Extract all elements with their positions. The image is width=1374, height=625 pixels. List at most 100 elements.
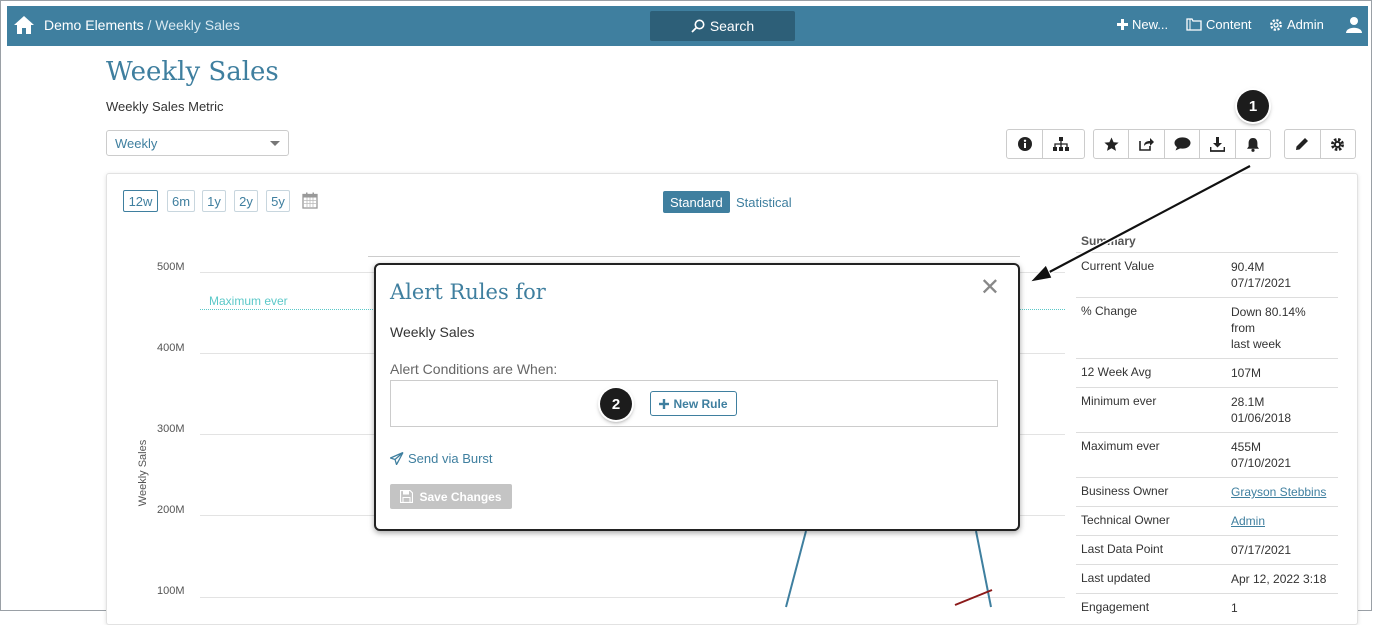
y-tick-label: 400M bbox=[157, 342, 185, 354]
alert-button[interactable] bbox=[1236, 130, 1270, 158]
download-button[interactable] bbox=[1200, 130, 1236, 158]
lineage-button[interactable] bbox=[1043, 130, 1078, 158]
cog-icon bbox=[1331, 137, 1345, 151]
summary-key: Technical Owner bbox=[1081, 513, 1170, 527]
send-via-burst-label: Send via Burst bbox=[408, 451, 493, 466]
summary-row: Last Data Point 07/17/2021 bbox=[1076, 536, 1338, 565]
summary-value: 455M bbox=[1231, 440, 1262, 454]
download-icon bbox=[1209, 136, 1225, 152]
statistical-view-tab[interactable]: Statistical bbox=[736, 195, 792, 210]
business-owner-link[interactable]: Grayson Stebbins bbox=[1231, 485, 1326, 499]
dialog-metric-name: Weekly Sales bbox=[390, 324, 475, 340]
new-rule-button[interactable]: New Rule bbox=[650, 391, 737, 416]
paper-plane-icon bbox=[390, 452, 404, 465]
alert-rules-dialog: Alert Rules for ✕ Weekly Sales Alert Con… bbox=[374, 263, 1020, 531]
summary-value: 28.1M bbox=[1231, 395, 1265, 409]
summary-key: 12 Week Avg bbox=[1081, 365, 1152, 379]
info-toolbar bbox=[1006, 129, 1085, 159]
range-6m-button[interactable]: 6m bbox=[167, 190, 195, 212]
settings-button[interactable] bbox=[1321, 130, 1356, 158]
annotation-arrow bbox=[1028, 163, 1252, 283]
breadcrumb-home[interactable]: Demo Elements bbox=[44, 17, 144, 33]
y-tick-label: 200M bbox=[157, 504, 185, 516]
frequency-select[interactable]: Weekly bbox=[106, 130, 289, 156]
page-title: Weekly Sales bbox=[106, 57, 279, 87]
summary-row: Business Owner Grayson Stebbins bbox=[1076, 478, 1338, 507]
home-icon[interactable] bbox=[13, 15, 35, 35]
star-icon bbox=[1104, 137, 1119, 151]
new-rule-label: New Rule bbox=[673, 396, 728, 411]
search-button[interactable]: Search bbox=[650, 11, 795, 41]
new-menu[interactable]: New... bbox=[1117, 17, 1168, 32]
user-icon[interactable] bbox=[1346, 16, 1362, 36]
share-button[interactable] bbox=[1129, 130, 1165, 158]
summary-row: Minimum ever 28.1M 01/06/2018 bbox=[1076, 388, 1338, 433]
content-label: Content bbox=[1206, 17, 1252, 32]
summary-key: % Change bbox=[1081, 304, 1138, 318]
breadcrumb-current: Weekly Sales bbox=[155, 17, 240, 33]
gear-icon bbox=[1270, 18, 1282, 31]
summary-row: Last updated Apr 12, 2022 3:18 bbox=[1076, 565, 1338, 594]
save-changes-button[interactable]: Save Changes bbox=[390, 484, 512, 509]
summary-value-detail: last week bbox=[1231, 337, 1282, 351]
actions-toolbar bbox=[1093, 129, 1271, 159]
callout-badge: 2 bbox=[600, 388, 632, 420]
range-12w-button[interactable]: 12w bbox=[123, 190, 158, 212]
maximum-ever-label: Maximum ever bbox=[209, 294, 288, 308]
frequency-select-value: Weekly bbox=[115, 136, 158, 151]
breadcrumb-separator: / bbox=[143, 17, 156, 33]
info-button[interactable] bbox=[1007, 130, 1043, 158]
y-tick-label: 500M bbox=[157, 261, 185, 273]
range-5y-button[interactable]: 5y bbox=[266, 190, 290, 212]
summary-key: Business Owner bbox=[1081, 484, 1169, 498]
dialog-title: Alert Rules for bbox=[390, 280, 546, 304]
content-menu[interactable]: Content bbox=[1186, 17, 1252, 32]
sitemap-icon bbox=[1052, 137, 1069, 151]
calendar-icon[interactable] bbox=[302, 192, 318, 214]
summary-key: Last updated bbox=[1081, 571, 1151, 585]
summary-row: % Change Down 80.14% from last week bbox=[1076, 298, 1338, 359]
summary-value: 07/17/2021 bbox=[1231, 543, 1292, 557]
caret-down-icon bbox=[270, 141, 280, 146]
send-via-burst-link[interactable]: Send via Burst bbox=[390, 451, 493, 466]
summary-row: Maximum ever 455M 07/10/2021 bbox=[1076, 433, 1338, 478]
summary-row: 12 Week Avg 107M bbox=[1076, 359, 1338, 388]
range-1y-button[interactable]: 1y bbox=[202, 190, 226, 212]
comment-icon bbox=[1174, 137, 1191, 151]
y-axis-label: Weekly Sales bbox=[137, 439, 149, 507]
summary-key: Minimum ever bbox=[1081, 394, 1157, 408]
search-label: Search bbox=[709, 18, 755, 34]
technical-owner-link[interactable]: Admin bbox=[1231, 514, 1265, 528]
summary-value: Apr 12, 2022 3:18 bbox=[1231, 572, 1327, 586]
plus-icon bbox=[1117, 19, 1128, 30]
info-icon bbox=[1017, 137, 1032, 151]
summary-key: Last Data Point bbox=[1081, 542, 1164, 556]
summary-value-date: 07/10/2021 bbox=[1231, 456, 1292, 470]
plus-icon bbox=[659, 398, 670, 409]
breadcrumb: Demo Elements / Weekly Sales bbox=[44, 17, 240, 33]
edit-button[interactable] bbox=[1285, 130, 1321, 158]
summary-row: Engagement 1 bbox=[1076, 594, 1338, 622]
bell-icon bbox=[1246, 137, 1259, 152]
summary-key: Maximum ever bbox=[1081, 439, 1160, 453]
summary-value: Down 80.14% from bbox=[1231, 305, 1306, 335]
floppy-icon bbox=[400, 490, 414, 503]
y-tick-label: 300M bbox=[157, 423, 185, 435]
close-icon[interactable]: ✕ bbox=[980, 273, 1000, 302]
range-2y-button[interactable]: 2y bbox=[234, 190, 258, 212]
summary-row: Technical Owner Admin bbox=[1076, 507, 1338, 536]
top-navbar: Demo Elements / Weekly Sales Search New.… bbox=[7, 6, 1368, 46]
folder-icon bbox=[1186, 18, 1202, 31]
search-icon bbox=[691, 19, 705, 33]
edit-toolbar bbox=[1284, 129, 1356, 159]
pencil-icon bbox=[1296, 138, 1309, 150]
admin-label: Admin bbox=[1287, 17, 1324, 32]
summary-value-date: 01/06/2018 bbox=[1231, 411, 1292, 425]
favorite-button[interactable] bbox=[1094, 130, 1130, 158]
standard-view-tab[interactable]: Standard bbox=[663, 191, 730, 213]
page-subtitle: Weekly Sales Metric bbox=[106, 99, 224, 114]
comment-button[interactable] bbox=[1165, 130, 1201, 158]
admin-menu[interactable]: Admin bbox=[1269, 17, 1324, 32]
summary-value: 107M bbox=[1231, 366, 1262, 380]
new-label: New... bbox=[1132, 17, 1169, 32]
